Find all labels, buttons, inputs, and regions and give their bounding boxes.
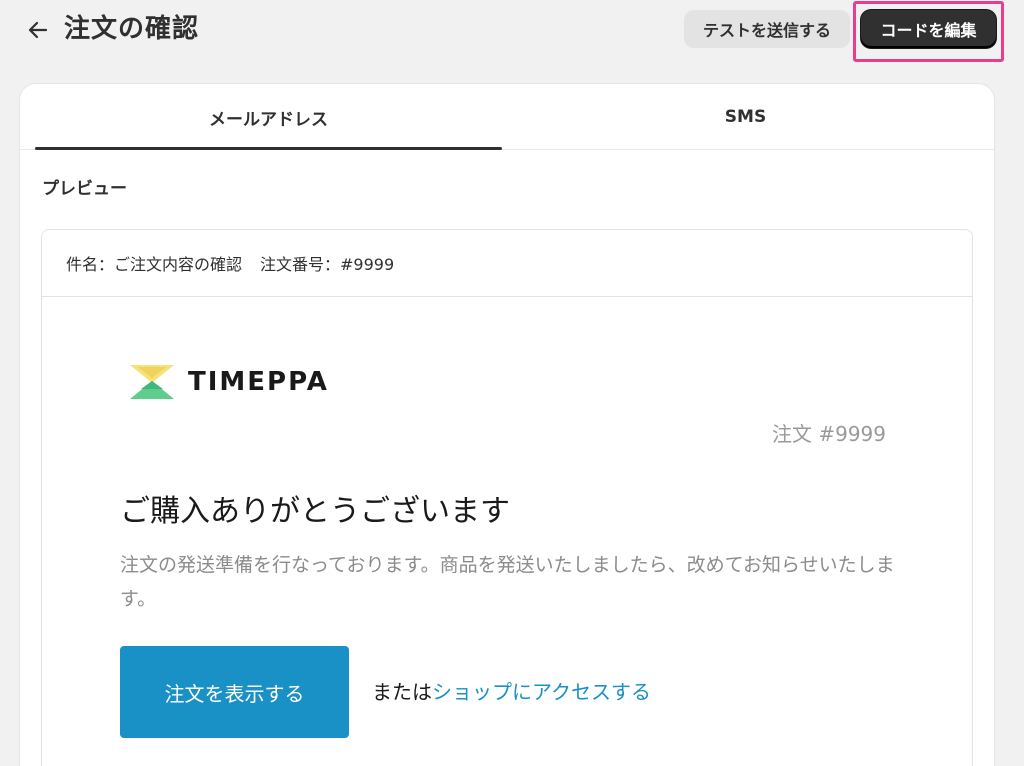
back-button[interactable] [22,14,54,46]
tab-bar: メールアドレス SMS [20,84,994,150]
subject-bar: 件名：ご注文内容の確認 注文番号：#9999 [42,230,972,297]
header: 注文の確認 テストを送信する コードを編集 [0,0,1024,62]
or-label: または [372,680,432,704]
preview-section-title: プレビュー [42,179,127,199]
edit-code-button[interactable]: コードを編集 [861,10,996,48]
subject-label: 件名：ご注文内容の確認 [66,255,243,274]
page: 注文の確認 テストを送信する コードを編集 メールアドレス SMS プレビュー … [0,0,1024,766]
visit-shop-link[interactable]: ショップにアクセスする [432,680,651,704]
tab-sms[interactable]: SMS [512,84,979,150]
notification-card: メールアドレス SMS プレビュー 件名：ご注文内容の確認 注文番号：#9999… [20,84,994,766]
tab-email[interactable]: メールアドレス [35,84,502,150]
brand-name: TIMEPPA [188,367,329,397]
brand-logo-icon [130,365,174,399]
arrow-left-icon [28,21,48,39]
alternate-link-line: またはショップにアクセスする [372,676,651,705]
email-heading: ご購入ありがとうございます [120,494,510,529]
send-test-button[interactable]: テストを送信する [684,10,850,48]
email-preview: 件名：ご注文内容の確認 注文番号：#9999 TIMEPPA 注文 #9999 … [41,229,973,766]
tab-selected-indicator [35,147,502,150]
page-title: 注文の確認 [64,14,200,44]
order-number-label: 注文番号：#9999 [260,255,395,274]
view-order-button[interactable]: 注文を表示する [120,646,349,738]
order-reference: 注文 #9999 [771,422,886,446]
brand-logo: TIMEPPA [130,362,329,402]
email-body-text: 注文の発送準備を行なっております。商品を発送いたしましたら、改めてお知らせいたし… [120,554,895,610]
